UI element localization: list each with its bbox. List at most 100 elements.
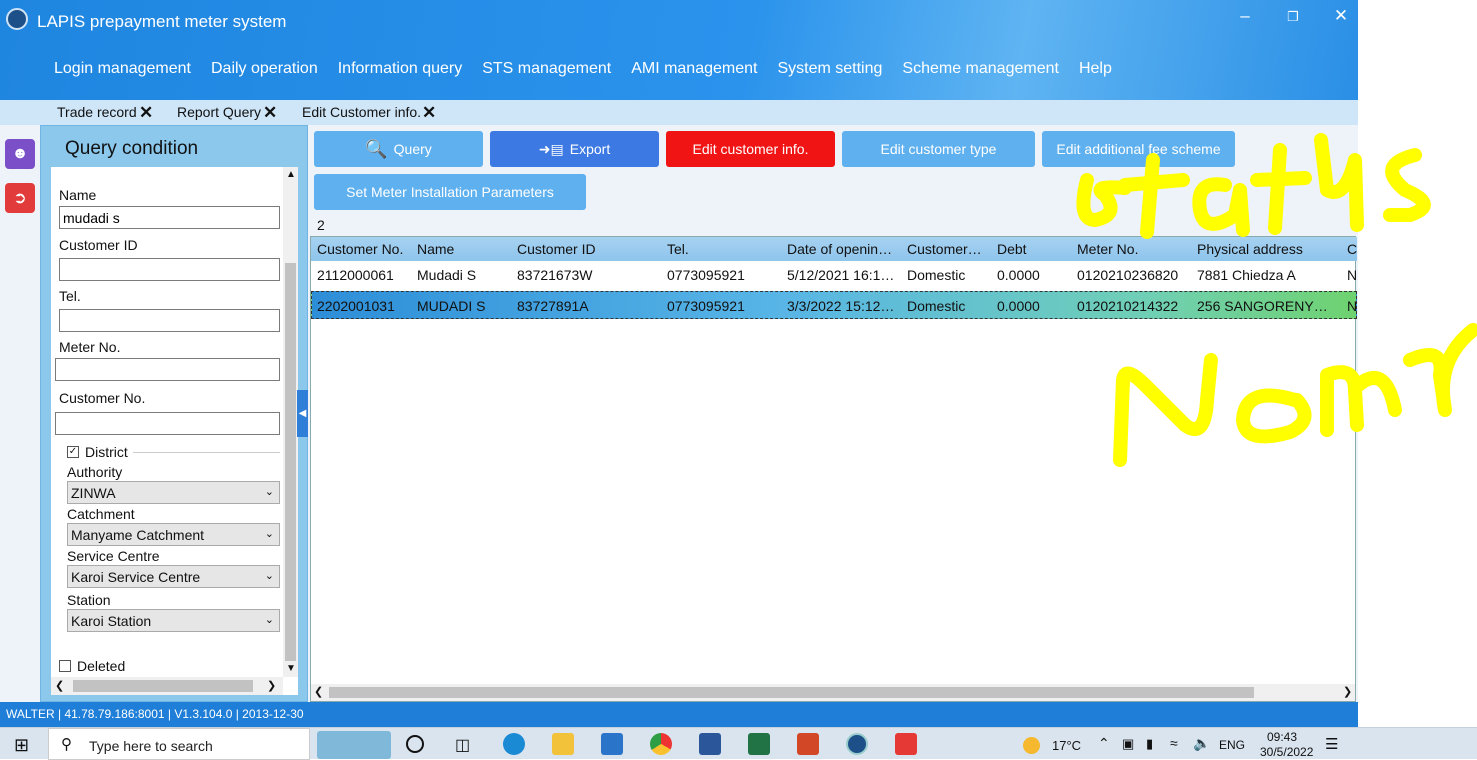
taskbar-search-box[interactable]: ⚲ Type here to search xyxy=(48,728,391,760)
mail-icon[interactable] xyxy=(601,733,623,755)
column-header[interactable]: Tel. xyxy=(667,241,777,257)
result-count: 2 xyxy=(317,217,325,233)
column-header[interactable]: Customer ID xyxy=(517,241,657,257)
file-explorer-icon[interactable] xyxy=(552,733,574,755)
catchment-select[interactable]: Manyame Catchment ⌄ xyxy=(67,523,280,546)
tab-report-query[interactable]: Report Query ✕ xyxy=(177,103,277,122)
tab-trade-record[interactable]: Trade record ✕ xyxy=(57,103,153,122)
weather-temperature[interactable]: 17°C xyxy=(1052,738,1081,753)
district-checkbox[interactable]: ✓ xyxy=(67,446,79,458)
menu-help[interactable]: Help xyxy=(1079,60,1112,78)
set-meter-installation-parameters-button[interactable]: Set Meter Installation Parameters xyxy=(314,174,586,210)
menu-ami-management[interactable]: AMI management xyxy=(631,60,757,78)
battery-icon[interactable]: ▮ xyxy=(1146,736,1153,752)
menu-system-setting[interactable]: System setting xyxy=(777,60,882,78)
menu-information-query[interactable]: Information query xyxy=(338,60,463,78)
collapse-panel-button[interactable]: ◀ xyxy=(297,390,308,437)
weather-sun-icon[interactable] xyxy=(1023,737,1040,754)
table-row-selected[interactable]: 2202001031 MUDADI S 83727891A 0773095921… xyxy=(311,291,1357,319)
language-indicator[interactable]: ENG xyxy=(1219,738,1245,752)
edit-customer-type-button[interactable]: Edit customer type xyxy=(842,131,1035,167)
close-icon[interactable]: ✕ xyxy=(1327,6,1355,26)
lapis-app-icon[interactable] xyxy=(846,733,868,755)
menu-scheme-management[interactable]: Scheme management xyxy=(902,60,1059,78)
cortana-icon[interactable] xyxy=(406,735,424,753)
table-cell: Domestic xyxy=(907,267,966,283)
edit-additional-fee-scheme-button[interactable]: Edit additional fee scheme xyxy=(1042,131,1235,167)
query-condition-panel: Query condition Name Customer ID Tel. Me… xyxy=(40,125,308,702)
deleted-checkbox[interactable] xyxy=(59,660,71,672)
search-icon: ⚲ xyxy=(61,736,72,753)
scroll-thumb[interactable] xyxy=(329,687,1254,698)
column-header[interactable]: Debt xyxy=(997,241,1069,257)
authority-select[interactable]: ZINWA ⌄ xyxy=(67,481,280,504)
scroll-thumb[interactable] xyxy=(73,680,253,692)
name-input[interactable] xyxy=(59,206,280,229)
table-cell: N xyxy=(1347,298,1357,314)
column-header[interactable]: Date of openin… xyxy=(787,241,897,257)
chrome-icon[interactable] xyxy=(650,733,672,755)
column-header[interactable]: Customer No. xyxy=(317,241,409,257)
edge-icon[interactable] xyxy=(503,733,525,755)
select-value: Karoi Station xyxy=(71,613,152,629)
table-row[interactable]: 2112000061 Mudadi S 83721673W 0773095921… xyxy=(311,261,1357,289)
restore-icon[interactable]: ❐ xyxy=(1279,9,1307,25)
column-header[interactable]: Physical address xyxy=(1197,241,1339,257)
button-label: Export xyxy=(569,141,611,157)
edit-customer-info-button[interactable]: Edit customer info. xyxy=(666,131,835,167)
close-icon[interactable]: ✕ xyxy=(422,103,436,123)
vertical-scrollbar[interactable]: ▲ ▼ xyxy=(283,167,298,677)
user-icon[interactable]: ☻ xyxy=(5,139,35,169)
chevron-right-icon[interactable]: ❯ xyxy=(267,679,276,692)
chevron-right-icon[interactable]: ❯ xyxy=(1343,685,1352,698)
horizontal-scrollbar[interactable]: ❮ ❯ xyxy=(51,677,283,695)
column-header[interactable]: Name xyxy=(417,241,509,257)
scroll-thumb[interactable] xyxy=(285,263,296,661)
powerpoint-icon[interactable] xyxy=(797,733,819,755)
deleted-label: Deleted xyxy=(77,658,126,674)
chevron-up-icon[interactable]: ▲ xyxy=(286,169,296,180)
close-icon[interactable]: ✕ xyxy=(139,103,153,123)
customer-id-input[interactable] xyxy=(59,258,280,281)
station-select[interactable]: Karoi Station ⌄ xyxy=(67,609,280,632)
column-header[interactable]: Customer… xyxy=(907,241,989,257)
tray-chevron-up-icon[interactable]: ⌃ xyxy=(1098,735,1110,752)
district-label: District xyxy=(85,444,128,460)
anydesk-icon[interactable] xyxy=(895,733,917,755)
table-cell: 0120210236820 xyxy=(1077,267,1179,283)
word-icon[interactable] xyxy=(699,733,721,755)
clock-time[interactable]: 09:43 xyxy=(1267,730,1297,744)
tray-device-icon[interactable]: ▣ xyxy=(1122,736,1134,752)
excel-icon[interactable] xyxy=(748,733,770,755)
meter-no-input[interactable] xyxy=(55,358,280,381)
tab-edit-customer-info[interactable]: Edit Customer info. ✕ xyxy=(302,103,436,122)
close-icon[interactable]: ✕ xyxy=(263,103,277,123)
chevron-down-icon[interactable]: ▼ xyxy=(286,663,296,674)
task-view-icon[interactable]: ◫ xyxy=(455,735,470,755)
clock-date[interactable]: 30/5/2022 xyxy=(1260,745,1313,759)
title-bar: LAPIS prepayment meter system – ❐ ✕ Logi… xyxy=(0,0,1358,100)
chevron-left-icon[interactable]: ❮ xyxy=(55,679,64,692)
minimize-icon[interactable]: – xyxy=(1231,6,1259,26)
wifi-icon[interactable]: ≈ xyxy=(1170,735,1178,751)
menu-sts-management[interactable]: STS management xyxy=(482,60,611,78)
table-cell: 256 SANGORENY… xyxy=(1197,298,1328,314)
menu-login-management[interactable]: Login management xyxy=(54,60,191,78)
logout-icon[interactable]: ➲ xyxy=(5,183,35,213)
query-button[interactable]: 🔍 Query xyxy=(314,131,483,167)
windows-start-icon[interactable]: ⊞ xyxy=(14,735,29,756)
notification-icon[interactable]: ☰ xyxy=(1325,735,1338,753)
tel-input[interactable] xyxy=(59,309,280,332)
menu-daily-operation[interactable]: Daily operation xyxy=(211,60,318,78)
volume-icon[interactable]: 🔈 xyxy=(1193,735,1210,752)
chevron-left-icon[interactable]: ❮ xyxy=(314,685,323,698)
export-button[interactable]: ➜▤ Export xyxy=(490,131,659,167)
column-header[interactable]: Meter No. xyxy=(1077,241,1189,257)
table-cell: MUDADI S xyxy=(417,298,486,314)
customer-no-input[interactable] xyxy=(55,412,280,435)
app-logo xyxy=(6,8,28,30)
tab-label: Trade record xyxy=(57,104,137,120)
table-horizontal-scrollbar[interactable]: ❮ ❯ xyxy=(311,684,1355,701)
column-header[interactable]: C xyxy=(1347,241,1357,257)
service-centre-select[interactable]: Karoi Service Centre ⌄ xyxy=(67,565,280,588)
